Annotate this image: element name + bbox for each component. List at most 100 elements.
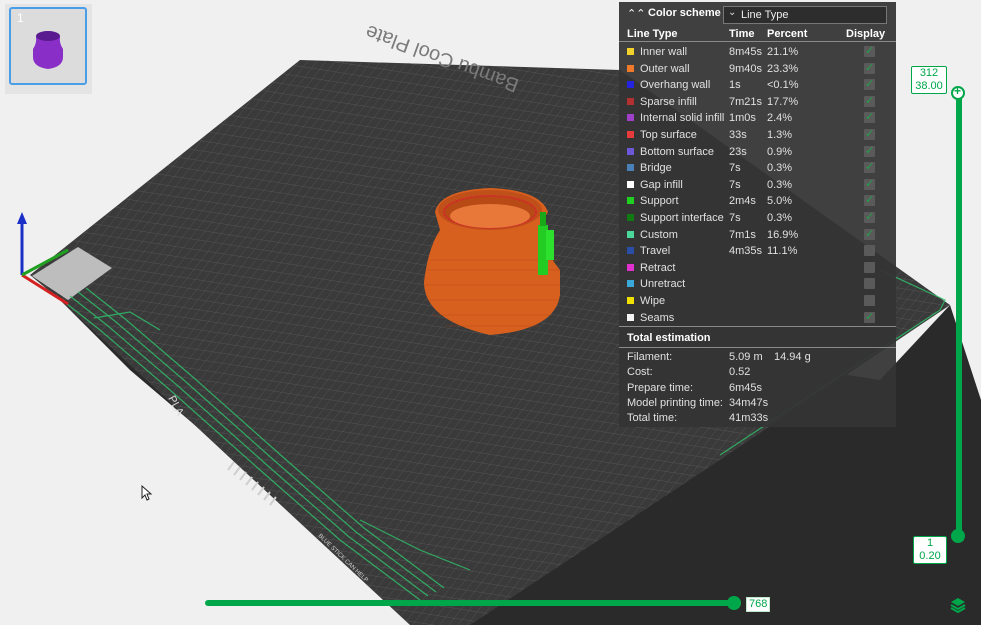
display-checkbox[interactable] xyxy=(864,278,875,290)
display-checkbox[interactable]: ✓ xyxy=(864,177,875,190)
color-scheme-select[interactable]: ⌄ Line Type xyxy=(723,6,887,24)
line-type-label: Wipe xyxy=(640,295,666,307)
plate-list-panel: 1 xyxy=(5,4,92,94)
total-estimation-row: Filament: 5.09 m 14.94 g xyxy=(619,351,896,367)
legend-row: Support 2m4s 5.0% ✓ xyxy=(619,193,896,210)
display-checkbox[interactable]: ✓ xyxy=(864,194,875,207)
line-type-label: Sparse infill xyxy=(640,95,697,108)
top-layer-label: 312 38.00 xyxy=(911,66,947,94)
plate-thumbnail-model xyxy=(33,31,63,69)
line-type-time: 7s xyxy=(729,212,741,224)
line-type-percent: 23.3% xyxy=(767,62,799,75)
color-swatch xyxy=(627,214,634,221)
bottom-layer-number: 1 xyxy=(926,537,934,549)
line-type-time: 7s xyxy=(729,162,741,175)
line-type-time: 9m40s xyxy=(729,62,763,75)
display-checkbox[interactable]: ✓ xyxy=(864,144,875,157)
move-slider-track[interactable] xyxy=(205,600,735,606)
line-type-time: 7s xyxy=(729,178,741,191)
color-swatch xyxy=(627,97,634,105)
checkmark-icon: ✓ xyxy=(865,144,875,157)
layer-slider-top-handle[interactable]: + xyxy=(951,84,965,100)
legend-row: Internal solid infill 1m0s 2.4% ✓ xyxy=(619,110,896,127)
legend-row: Custom 7m1s 16.9% ✓ xyxy=(619,227,896,244)
line-type-percent: 0.3% xyxy=(767,178,793,191)
line-type-time: 33s xyxy=(729,129,747,141)
line-type-percent: 0.3% xyxy=(767,162,793,175)
sliced-model xyxy=(424,188,560,335)
line-type-percent: 21.1% xyxy=(767,46,799,58)
estimate-label: Model printing time: xyxy=(627,396,723,409)
line-type-percent: 0.9% xyxy=(767,145,793,158)
line-type-percent: 11.1% xyxy=(767,245,798,258)
checkmark-icon: ✓ xyxy=(865,227,875,240)
legend-divider xyxy=(619,41,896,42)
legend-header: ⌃⌃ Color scheme ⌄ Line Type xyxy=(619,2,896,26)
top-layer-number: 312 xyxy=(919,67,939,79)
line-type-percent: 0.3% xyxy=(767,212,793,224)
checkmark-icon: ✓ xyxy=(865,61,875,74)
color-swatch xyxy=(627,114,634,122)
bottom-layer-height: 0.20 xyxy=(919,550,941,562)
display-checkbox[interactable]: ✓ xyxy=(864,95,875,107)
display-checkbox[interactable]: ✓ xyxy=(864,128,875,140)
line-type-label: Gap infill xyxy=(640,178,683,191)
move-slider-handle[interactable] xyxy=(727,596,741,610)
display-checkbox[interactable] xyxy=(864,261,875,273)
line-type-percent: <0.1% xyxy=(767,79,799,92)
header-line-type: Line Type xyxy=(627,28,678,40)
estimate-label: Filament: xyxy=(627,351,673,363)
legend-row: Support interface 7s 0.3% ✓ xyxy=(619,210,896,227)
display-checkbox[interactable]: ✓ xyxy=(864,45,875,57)
legend-row: Retract xyxy=(619,260,896,277)
estimate-label: Prepare time: xyxy=(627,381,694,394)
legend-row: Sparse infill 7m21s 17.7% ✓ xyxy=(619,94,896,111)
color-swatch xyxy=(627,247,634,255)
checkmark-icon: ✓ xyxy=(865,161,875,174)
total-estimation-row: Model printing time: 34m47s xyxy=(619,397,896,413)
line-type-label: Outer wall xyxy=(640,62,690,75)
line-type-time: 2m4s xyxy=(729,195,756,208)
display-checkbox[interactable]: ✓ xyxy=(864,310,875,323)
estimate-label: Total time: xyxy=(627,412,678,425)
estimate-value: 6m45s xyxy=(729,381,763,394)
layers-icon[interactable] xyxy=(950,597,966,613)
display-checkbox[interactable]: ✓ xyxy=(864,227,875,240)
chevron-up-double-icon[interactable]: ⌃⌃ xyxy=(627,7,645,20)
line-type-time: 1s xyxy=(729,79,741,92)
display-checkbox[interactable]: ✓ xyxy=(864,211,875,223)
color-swatch xyxy=(627,263,634,271)
line-type-label: Retract xyxy=(640,261,676,274)
color-swatch xyxy=(627,81,634,89)
line-type-label: Travel xyxy=(640,245,671,258)
line-type-percent: 16.9% xyxy=(767,228,799,241)
display-checkbox[interactable]: ✓ xyxy=(864,111,875,124)
checkmark-icon: ✓ xyxy=(865,45,875,57)
display-checkbox[interactable] xyxy=(864,295,875,306)
checkmark-icon: ✓ xyxy=(865,78,875,91)
color-swatch xyxy=(627,180,634,188)
layer-slider-bottom-handle[interactable] xyxy=(951,529,965,543)
checkmark-icon: ✓ xyxy=(865,177,875,190)
estimate-secondary-value: 14.94 g xyxy=(774,351,811,363)
display-checkbox[interactable] xyxy=(864,245,875,257)
display-checkbox[interactable]: ✓ xyxy=(864,78,875,91)
color-scheme-value: Line Type xyxy=(741,9,789,21)
layer-slider-track[interactable] xyxy=(956,92,962,538)
estimate-value: 34m47s xyxy=(729,396,769,409)
estimate-value: 5.09 m xyxy=(729,351,763,363)
line-type-percent: 1.3% xyxy=(767,129,793,141)
plate-thumbnail[interactable]: 1 xyxy=(9,7,87,85)
color-swatch xyxy=(627,280,634,288)
display-checkbox[interactable]: ✓ xyxy=(864,61,875,74)
legend-title: Color scheme xyxy=(648,7,721,19)
line-type-time: 7m21s xyxy=(729,95,763,108)
chevron-down-icon: ⌄ xyxy=(728,7,737,18)
legend-row: Inner wall 8m45s 21.1% ✓ xyxy=(619,44,896,61)
line-type-label: Bottom surface xyxy=(640,145,714,158)
display-checkbox[interactable]: ✓ xyxy=(864,161,875,174)
checkmark-icon: ✓ xyxy=(865,310,875,323)
color-swatch xyxy=(627,48,634,55)
legend-row: Unretract xyxy=(619,276,896,293)
checkmark-icon: ✓ xyxy=(865,111,875,124)
